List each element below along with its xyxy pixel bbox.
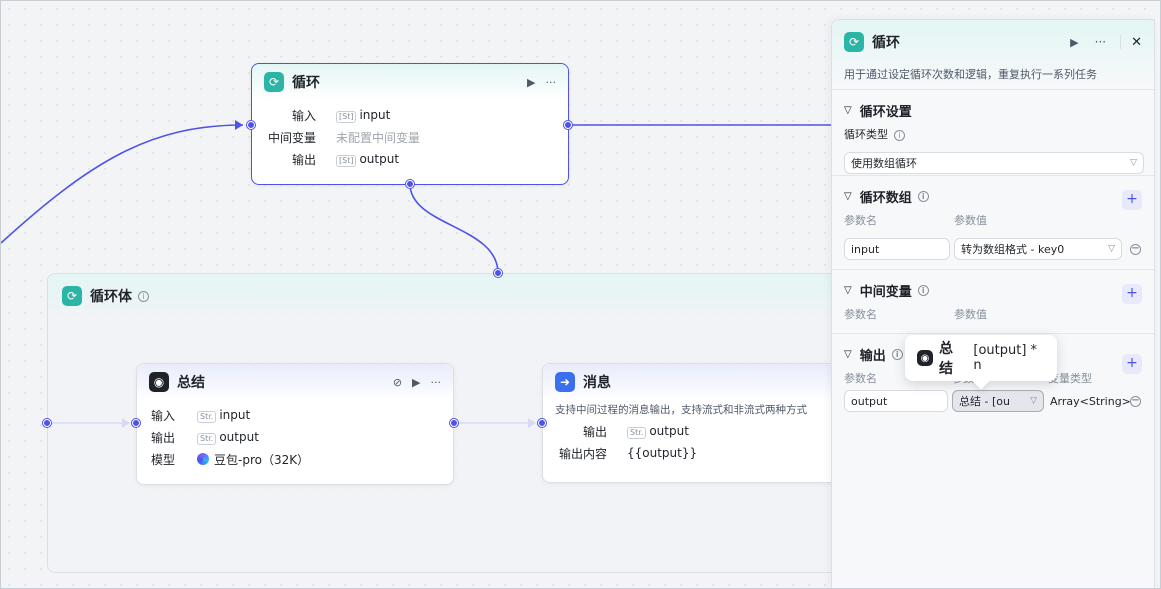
remove-icon[interactable]: −: [1130, 396, 1141, 407]
more-icon[interactable]: ···: [1095, 35, 1106, 49]
message-icon: ➜: [555, 372, 575, 392]
loop-icon: ⟳: [264, 72, 284, 92]
section-loop-array: ▽ 循环数组 i + 参数名 参数值 input 转为数组格式 - key0 ▽ −: [832, 176, 1154, 270]
close-icon[interactable]: ✕: [1131, 35, 1142, 50]
tooltip-text: [output] * n: [973, 343, 1038, 373]
loop-body-port[interactable]: [406, 180, 414, 188]
edge-arrow-loop: [235, 120, 243, 130]
section-header[interactable]: ▽ 循环数组 i: [844, 186, 1142, 206]
loop-node-header: ⟳ 循环 ▶ ···: [252, 64, 568, 100]
section-loop-settings: ▽ 循环设置 循环类型 i 使用数组循环 ▽: [832, 90, 1154, 176]
info-icon[interactable]: i: [894, 130, 905, 141]
divider: [1120, 35, 1122, 49]
loop-node-title: 循环: [292, 75, 320, 91]
add-mid-var-button[interactable]: +: [1122, 284, 1142, 304]
loop-out-port[interactable]: [564, 121, 572, 129]
play-icon[interactable]: ▶: [412, 376, 420, 389]
loop-type-label: 循环类型: [844, 128, 888, 141]
play-icon[interactable]: ▶: [1070, 36, 1078, 49]
loop-body-left-port[interactable]: [43, 419, 51, 427]
section-header[interactable]: ▽ 中间变量 i: [844, 280, 1142, 300]
message-row-output: 输出 Str. output: [582, 423, 689, 439]
chevron-down-icon[interactable]: ▽: [844, 191, 852, 202]
loop-row-input: 输入 [St] input: [291, 107, 391, 123]
add-array-button[interactable]: +: [1122, 190, 1142, 210]
array-param-name-input[interactable]: input: [844, 238, 950, 260]
param-name-label: 参数名: [844, 308, 877, 321]
param-value-label: 参数值: [954, 308, 987, 321]
chevron-down-icon: ▽: [1108, 244, 1115, 254]
model-icon: [197, 453, 209, 465]
loop-in-port[interactable]: [247, 121, 255, 129]
output-param-value-select[interactable]: 总结 - [ou ▽: [952, 390, 1044, 412]
summary-row-input: 输入 Str. input: [151, 407, 251, 423]
info-icon[interactable]: i: [917, 190, 929, 202]
summary-row-model: 模型 豆包-pro（32K）: [151, 452, 310, 467]
workflow-canvas[interactable]: ⟳ 循环 ▶ ··· 输入 [St] input 中间变量 未配置中间变量 输出 …: [0, 0, 1161, 589]
loop-config-panel: ⟳ 循环 ▶ ··· ✕ 用于通过设定循环次数和逻辑，重复执行一系列任务 ▽ 循…: [831, 19, 1155, 588]
summary-out-port[interactable]: [450, 419, 458, 427]
message-in-port[interactable]: [538, 419, 546, 427]
llm-icon: ◉: [149, 372, 169, 392]
panel-desc: 用于通过设定循环次数和逻辑，重复执行一系列任务: [844, 68, 1097, 81]
message-node-title: 消息: [583, 375, 611, 391]
summary-in-port[interactable]: [132, 419, 140, 427]
loop-node[interactable]: ⟳ 循环 ▶ ··· 输入 [St] input 中间变量 未配置中间变量 输出 …: [251, 63, 569, 185]
loop-row-midvar: 中间变量 未配置中间变量: [267, 130, 421, 145]
info-icon[interactable]: i: [138, 290, 149, 302]
output-var-type: Array<String>: [1050, 394, 1131, 408]
loop-icon: ⟳: [844, 32, 864, 52]
summary-node[interactable]: ◉ 总结 ⊘ ▶ ··· 输入 Str. input 输出 Str. output …: [136, 363, 454, 485]
loop-body-top-port[interactable]: [494, 269, 502, 277]
summary-node-header: ◉ 总结 ⊘ ▶ ···: [137, 364, 453, 400]
edge-start-to-loop: [1, 124, 244, 244]
chevron-down-icon[interactable]: ▽: [844, 285, 852, 296]
output-source-tooltip: ◉ 总结 [output] * n: [905, 335, 1057, 381]
chevron-down-icon: ▽: [1130, 158, 1137, 168]
loop-body-icon: ⟳: [62, 286, 82, 306]
param-value-label: 参数值: [954, 214, 987, 227]
loop-body-title: 循环体: [90, 289, 132, 305]
message-row-content: 输出内容 {{output}}: [558, 446, 698, 461]
info-icon[interactable]: i: [891, 348, 903, 360]
param-name-label: 参数名: [844, 372, 877, 385]
array-param-value-select[interactable]: 转为数组格式 - key0 ▽: [954, 238, 1122, 260]
summary-node-title: 总结: [177, 375, 205, 391]
summary-row-output: 输出 Str. output: [151, 429, 259, 445]
output-param-name-input[interactable]: output: [844, 390, 948, 412]
play-icon[interactable]: ▶: [527, 76, 535, 89]
chevron-down-icon: ▽: [1030, 396, 1037, 406]
message-node-header: ➜ 消息: [543, 364, 841, 400]
panel-title: 循环: [872, 35, 900, 51]
mute-icon[interactable]: ⊘: [393, 376, 402, 389]
param-name-label: 参数名: [844, 214, 877, 227]
message-node[interactable]: ➜ 消息 支持中间过程的消息输出，支持流式和非流式两种方式 输出 Str. out…: [542, 363, 842, 483]
remove-icon[interactable]: −: [1130, 244, 1141, 255]
chevron-down-icon[interactable]: ▽: [844, 349, 852, 360]
section-mid-vars: ▽ 中间变量 i + 参数名 参数值: [832, 270, 1154, 334]
loop-row-output: 输出 [St] output: [291, 151, 400, 167]
message-desc: 支持中间过程的消息输出，支持流式和非流式两种方式: [555, 404, 807, 416]
section-header[interactable]: ▽ 循环设置: [844, 100, 1142, 120]
loop-type-select[interactable]: 使用数组循环 ▽: [844, 152, 1144, 174]
edge-loop-to-body: [409, 183, 499, 274]
tooltip-title: 总结: [939, 341, 953, 377]
info-icon[interactable]: i: [917, 284, 929, 296]
more-icon[interactable]: ···: [546, 76, 557, 89]
llm-icon: ◉: [917, 350, 933, 366]
chevron-down-icon[interactable]: ▽: [844, 105, 852, 116]
more-icon[interactable]: ···: [431, 376, 442, 389]
